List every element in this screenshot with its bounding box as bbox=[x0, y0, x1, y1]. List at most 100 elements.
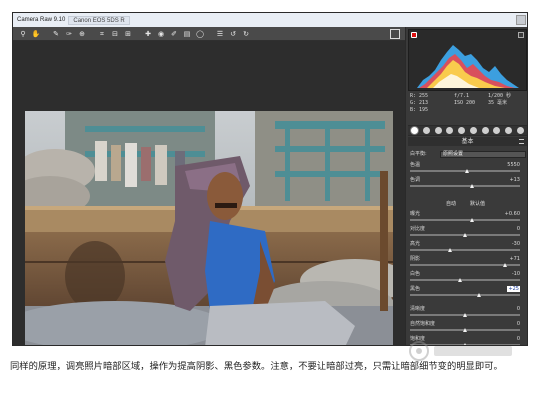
vibrance-thumb[interactable] bbox=[463, 328, 467, 332]
clarity-value[interactable]: 0 bbox=[517, 306, 520, 312]
tint-value[interactable]: +13 bbox=[509, 177, 520, 183]
white-balance-icon[interactable]: ✎ bbox=[51, 29, 61, 39]
graduated-filter-icon[interactable]: ▤ bbox=[182, 29, 192, 39]
tint-thumb[interactable] bbox=[469, 184, 474, 188]
exposure-track[interactable] bbox=[410, 219, 520, 221]
readout-aperture: f/7.1 bbox=[454, 93, 470, 99]
histogram-graph bbox=[417, 45, 519, 88]
shadows-thumb[interactable] bbox=[502, 263, 507, 267]
blacks-thumb[interactable] bbox=[477, 293, 482, 297]
photo-image bbox=[25, 111, 393, 345]
watermark-logo bbox=[409, 341, 512, 361]
contrast-label: 对比度 bbox=[410, 226, 426, 232]
shadows-label: 阴影 bbox=[410, 256, 421, 262]
rotate-cw-icon[interactable]: ↻ bbox=[241, 29, 251, 39]
temperature-value[interactable]: 5550 bbox=[507, 162, 520, 168]
zoom-icon[interactable]: ⚲ bbox=[18, 29, 28, 39]
tab-basic-icon[interactable] bbox=[411, 127, 418, 134]
radial-filter-icon[interactable]: ◯ bbox=[195, 29, 205, 39]
red-eye-icon[interactable]: ◉ bbox=[156, 29, 166, 39]
tab-lens-icon[interactable] bbox=[469, 127, 477, 134]
highlights-thumb[interactable] bbox=[447, 248, 452, 252]
readout-shutter: 1/200 秒 bbox=[488, 93, 512, 99]
shadows-value[interactable]: +71 bbox=[509, 256, 520, 262]
blacks-value[interactable]: +25 bbox=[507, 286, 520, 292]
histogram bbox=[408, 29, 527, 91]
temperature-slider-row: 色温 5550 bbox=[410, 162, 526, 176]
preview-area bbox=[13, 41, 405, 345]
whites-slider-row: 白色 -10 bbox=[410, 271, 526, 285]
highlights-label: 高光 bbox=[410, 241, 421, 247]
tint-label: 色调 bbox=[410, 177, 421, 183]
shadow-clipping-warning[interactable] bbox=[411, 32, 417, 38]
tab-calibration-icon[interactable] bbox=[493, 127, 501, 134]
temperature-label: 色温 bbox=[410, 162, 421, 168]
readout-iso: ISO 200 bbox=[454, 100, 476, 106]
toolbar: ⚲ ✋ ✎ ✑ ⊕ ⌗ ⊟ ⊞ ✚ ◉ ✐ ▤ ◯ ☰ ↺ ↻ bbox=[13, 27, 405, 41]
spot-removal-icon[interactable]: ✚ bbox=[143, 29, 153, 39]
vibrance-value[interactable]: 0 bbox=[517, 321, 520, 327]
highlights-value[interactable]: -30 bbox=[512, 241, 520, 247]
crop-icon[interactable]: ⌗ bbox=[97, 29, 107, 39]
adjustment-brush-icon[interactable]: ✐ bbox=[169, 29, 179, 39]
auto-default-row: 自动 默认值 bbox=[410, 200, 520, 207]
contrast-thumb[interactable] bbox=[463, 233, 467, 237]
camera-model: Canon EOS 5DS R bbox=[68, 15, 130, 25]
exposure-label: 曝光 bbox=[410, 211, 421, 217]
hand-icon[interactable]: ✋ bbox=[31, 29, 41, 39]
title-bar: Camera Raw 9.10 Canon EOS 5DS R bbox=[13, 13, 527, 27]
tab-split-toning-icon[interactable] bbox=[458, 127, 466, 134]
white-balance-row: 白平衡: 原照设置 bbox=[410, 150, 526, 159]
readout-r: R: 255 bbox=[410, 93, 429, 99]
highlights-track[interactable] bbox=[410, 249, 520, 251]
tab-hsl-icon[interactable] bbox=[446, 127, 454, 134]
exposure-value[interactable]: +0.60 bbox=[505, 211, 520, 217]
tab-effects-icon[interactable] bbox=[481, 127, 489, 134]
vibrance-label: 自然饱和度 bbox=[410, 321, 436, 327]
straighten-icon[interactable]: ⊟ bbox=[110, 29, 120, 39]
exposure-slider-row: 曝光 +0.60 bbox=[410, 211, 526, 225]
clarity-thumb[interactable] bbox=[463, 313, 467, 317]
tab-tone-curve-icon[interactable] bbox=[422, 127, 430, 134]
transform-icon[interactable]: ⊞ bbox=[123, 29, 133, 39]
color-sampler-icon[interactable]: ✑ bbox=[64, 29, 74, 39]
auto-link[interactable]: 自动 bbox=[446, 200, 456, 207]
tint-track[interactable] bbox=[410, 185, 520, 187]
temperature-thumb[interactable] bbox=[465, 169, 470, 173]
targeted-adjust-icon[interactable]: ⊕ bbox=[77, 29, 87, 39]
pixel-readout: R: 255 G: 213 B: 195 f/7.1 ISO 200 1/200… bbox=[410, 93, 526, 123]
whites-track[interactable] bbox=[410, 279, 520, 281]
whites-thumb[interactable] bbox=[457, 278, 462, 282]
clarity-slider-row: 清晰度 0 bbox=[410, 306, 526, 320]
whites-value[interactable]: -10 bbox=[512, 271, 520, 277]
tab-presets-icon[interactable] bbox=[505, 127, 513, 134]
photo-preview[interactable] bbox=[25, 111, 393, 345]
presets-icon[interactable]: ☰ bbox=[215, 29, 225, 39]
exposure-thumb[interactable] bbox=[469, 218, 474, 222]
section-title: 基本 bbox=[408, 137, 527, 146]
contrast-value[interactable]: 0 bbox=[517, 226, 520, 232]
highlights-slider-row: 高光 -30 bbox=[410, 241, 526, 255]
clarity-label: 清晰度 bbox=[410, 306, 426, 312]
vibrance-slider-row: 自然饱和度 0 bbox=[410, 321, 526, 335]
readout-lens: 35 毫米 bbox=[488, 100, 508, 106]
caption-text: 同样的原理，调亮照片暗部区域，操作为提高阴影、黑色参数。注意，不要让暗部过亮，只… bbox=[10, 361, 503, 372]
fullscreen-icon[interactable] bbox=[390, 29, 400, 39]
camera-raw-window: Camera Raw 9.10 Canon EOS 5DS R ⚲ ✋ ✎ ✑ … bbox=[12, 12, 528, 346]
white-balance-select[interactable]: 原照设置 bbox=[440, 151, 526, 158]
whites-label: 白色 bbox=[410, 271, 421, 277]
shadows-slider-row: 阴影 +71 bbox=[410, 256, 526, 270]
tab-detail-icon[interactable] bbox=[434, 127, 442, 134]
rotate-ccw-icon[interactable]: ↺ bbox=[228, 29, 238, 39]
white-balance-label: 白平衡: bbox=[410, 151, 427, 157]
tab-snapshots-icon[interactable] bbox=[516, 127, 524, 134]
default-link[interactable]: 默认值 bbox=[470, 200, 485, 207]
tint-slider-row: 色调 +13 bbox=[410, 177, 526, 191]
blacks-label: 黑色 bbox=[410, 286, 421, 292]
window-close-button[interactable] bbox=[516, 15, 526, 25]
readout-b: B: 195 bbox=[410, 107, 429, 113]
highlight-clipping-warning[interactable] bbox=[518, 32, 524, 38]
panel-tabs bbox=[408, 125, 527, 136]
panel-menu-icon[interactable] bbox=[519, 139, 524, 144]
blacks-track[interactable] bbox=[410, 294, 520, 296]
